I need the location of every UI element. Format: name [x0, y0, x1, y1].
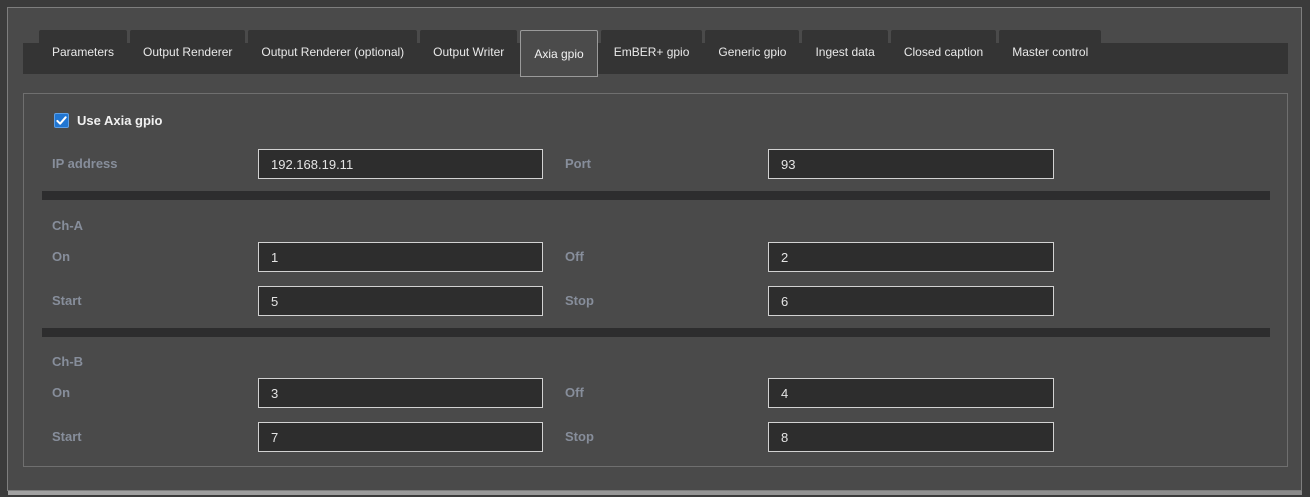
- ch-a-off-label: Off: [565, 249, 584, 264]
- ch-a-stop-input[interactable]: [768, 286, 1054, 316]
- ch-b-off-label: Off: [565, 385, 584, 400]
- tab-output-writer[interactable]: Output Writer: [420, 30, 517, 74]
- ch-b-on-input[interactable]: [258, 378, 543, 408]
- ch-a-section-title: Ch-A: [52, 218, 83, 233]
- ch-b-start-label: Start: [52, 429, 82, 444]
- ch-a-stop-label: Stop: [565, 293, 594, 308]
- checkmark-icon: [56, 115, 67, 126]
- use-axia-gpio-checkbox[interactable]: [54, 113, 69, 128]
- tab-closed-caption[interactable]: Closed caption: [891, 30, 996, 74]
- ch-b-off-input[interactable]: [768, 378, 1054, 408]
- tab-axia-gpio[interactable]: Axia gpio: [520, 30, 597, 77]
- use-axia-gpio-row: Use Axia gpio: [54, 113, 162, 128]
- ch-a-on-input[interactable]: [258, 242, 543, 272]
- ip-address-label: IP address: [52, 156, 118, 171]
- tab-output-renderer[interactable]: Output Renderer: [130, 30, 245, 74]
- ch-b-stop-input[interactable]: [768, 422, 1054, 452]
- window-bottom-edge: [8, 491, 1302, 495]
- ch-b-on-label: On: [52, 385, 70, 400]
- ch-a-off-input[interactable]: [768, 242, 1054, 272]
- port-input[interactable]: [768, 149, 1054, 179]
- ch-b-section-title: Ch-B: [52, 354, 83, 369]
- ch-a-on-label: On: [52, 249, 70, 264]
- ch-a-start-label: Start: [52, 293, 82, 308]
- app-window: Parameters Output Renderer Output Render…: [0, 0, 1310, 497]
- port-label: Port: [565, 156, 591, 171]
- tab-parameters[interactable]: Parameters: [39, 30, 127, 74]
- tab-ember-gpio[interactable]: EmBER+ gpio: [601, 30, 703, 74]
- ip-address-input[interactable]: [258, 149, 543, 179]
- tab-master-control[interactable]: Master control: [999, 30, 1101, 74]
- settings-dialog: Parameters Output Renderer Output Render…: [7, 7, 1302, 491]
- ch-b-start-input[interactable]: [258, 422, 543, 452]
- ch-a-start-input[interactable]: [258, 286, 543, 316]
- divider: [42, 191, 1270, 200]
- tab-bar: Parameters Output Renderer Output Render…: [39, 30, 1101, 74]
- ch-b-stop-label: Stop: [565, 429, 594, 444]
- tab-generic-gpio[interactable]: Generic gpio: [705, 30, 799, 74]
- tab-output-renderer-optional[interactable]: Output Renderer (optional): [248, 30, 417, 74]
- tab-ingest-data[interactable]: Ingest data: [802, 30, 887, 74]
- use-axia-gpio-label: Use Axia gpio: [77, 113, 162, 128]
- axia-gpio-panel: Use Axia gpio IP address Port Ch-A On Of…: [23, 93, 1288, 467]
- divider: [42, 328, 1270, 337]
